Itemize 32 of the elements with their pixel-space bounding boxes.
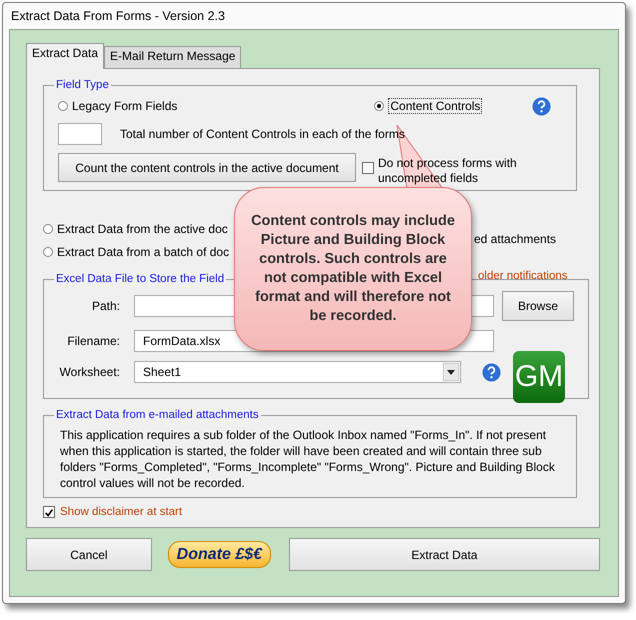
checkbox-label: Show disclaimer at start	[60, 506, 182, 518]
help-icon[interactable]	[482, 362, 501, 382]
radio-option[interactable]: Extract Data from the active doc	[43, 222, 228, 236]
info-text: This application requires a sub folder of the Outlook Inbox named "Forms_In". If not present when this application is started, the folder will have been created and will contain three sub folders "Forms_Completed", "Forms_Incomplete" "Forms_Wrong". Picture and Building Block control values will not be recorded.	[60, 427, 556, 491]
checkbox[interactable]	[362, 162, 374, 174]
callout-tooltip: Content controls may include Picture and Building Block controls. Such controls are not compatible with Excel format and will therefore not be recorded.	[234, 187, 472, 351]
count-button[interactable]: Count the content controls in the active document	[58, 153, 356, 182]
group-title: Extract Data from e-mailed attachments	[55, 409, 260, 421]
cancel-button[interactable]: Cancel	[26, 538, 152, 571]
radio-option[interactable]: Extract Data from a batch of doc	[43, 244, 230, 258]
logo: GM	[513, 351, 565, 403]
group-title: Excel Data File to Store the Field	[55, 273, 226, 285]
option-label: ed attachments	[474, 232, 556, 246]
help-icon[interactable]	[532, 96, 552, 116]
count-field[interactable]	[58, 123, 102, 145]
worksheet-dropdown[interactable]: Sheet1	[134, 361, 461, 383]
field-label: Path:	[90, 299, 120, 313]
field-label: Filename:	[66, 334, 120, 348]
group-title: Field Type	[55, 79, 110, 91]
notification-label: older notifications	[478, 270, 568, 282]
dropdown-arrow-icon[interactable]	[443, 363, 459, 381]
tab[interactable]: Extract Data	[26, 43, 104, 69]
checkbox[interactable]	[43, 506, 55, 518]
extract-button[interactable]: Extract Data	[288, 538, 600, 571]
browse-button[interactable]: Browse	[502, 291, 574, 321]
field-label: Worksheet:	[58, 365, 120, 379]
radio-option[interactable]: Legacy Form Fields	[58, 99, 178, 113]
donate-button[interactable]: Donate £$€	[168, 541, 271, 568]
window-title: Extract Data From Forms - Version 2.3	[10, 8, 226, 25]
tab[interactable]: E-Mail Return Message	[104, 46, 242, 68]
checkbox-label: Do not process forms with uncompleted fields	[378, 156, 518, 186]
count-label: Total number of Content Controls in each of the forms	[120, 127, 405, 141]
